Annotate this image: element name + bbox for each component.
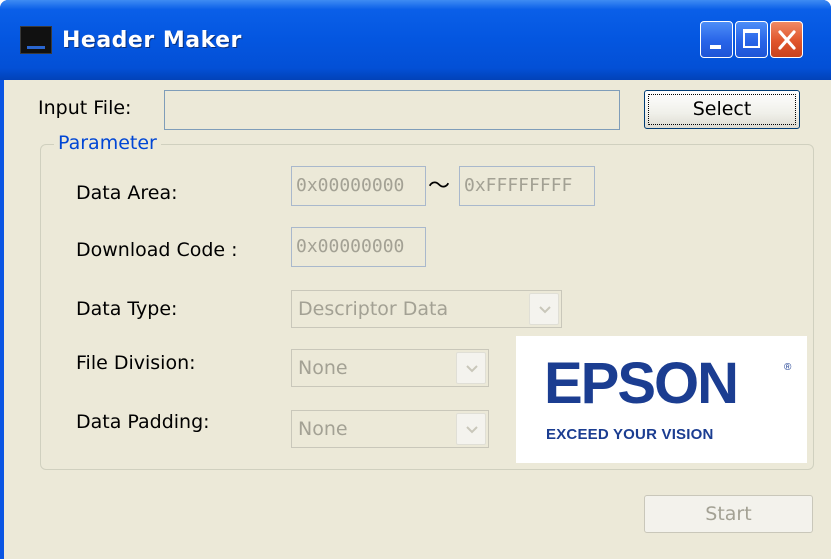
parameter-group-label: Parameter — [54, 132, 161, 154]
file-division-arrow[interactable] — [456, 352, 486, 384]
window-title: Header Maker — [62, 28, 242, 53]
download-code-field[interactable]: 0x00000000 — [291, 227, 426, 267]
client-area: Input File: Select Parameter Data Area: … — [4, 80, 831, 559]
close-icon — [778, 30, 796, 50]
logo-brand: EPSON — [544, 351, 739, 416]
data-type-label: Data Type: — [76, 298, 178, 320]
data-area-end-field[interactable]: 0xFFFFFFFF — [459, 166, 595, 206]
header-maker-window: Header Maker Input File: Select Paramete… — [0, 0, 831, 559]
data-type-dropdown[interactable]: Descriptor Data — [291, 290, 562, 328]
epson-logo: EPSON ® EXCEED YOUR VISION — [516, 336, 807, 463]
data-padding-arrow[interactable] — [456, 413, 486, 445]
input-file-field[interactable] — [164, 90, 620, 130]
title-bar[interactable]: Header Maker — [0, 0, 831, 80]
data-padding-dropdown[interactable]: None — [291, 410, 489, 448]
app-icon — [20, 26, 52, 54]
input-file-label: Input File: — [38, 97, 132, 119]
maximize-button[interactable] — [735, 21, 768, 58]
data-area-label: Data Area: — [76, 182, 178, 204]
chevron-down-icon — [539, 306, 551, 314]
logo-tagline: EXCEED YOUR VISION — [546, 426, 714, 443]
select-button[interactable]: Select — [644, 90, 800, 129]
file-division-label: File Division: — [76, 352, 196, 374]
data-padding-label: Data Padding: — [76, 411, 210, 433]
data-type-arrow[interactable] — [529, 293, 559, 325]
file-division-value: None — [298, 357, 348, 379]
logo-registered-mark: ® — [784, 362, 792, 373]
start-button[interactable]: Start — [644, 495, 813, 533]
minimize-button[interactable] — [700, 21, 733, 58]
close-button[interactable] — [770, 21, 803, 58]
data-padding-value: None — [298, 418, 348, 440]
data-type-value: Descriptor Data — [298, 298, 449, 320]
data-area-separator: 〜 — [428, 174, 451, 199]
file-division-dropdown[interactable]: None — [291, 349, 489, 387]
download-code-label: Download Code : — [76, 239, 238, 261]
data-area-start-field[interactable]: 0x00000000 — [291, 166, 426, 206]
chevron-down-icon — [466, 365, 478, 373]
chevron-down-icon — [466, 426, 478, 434]
